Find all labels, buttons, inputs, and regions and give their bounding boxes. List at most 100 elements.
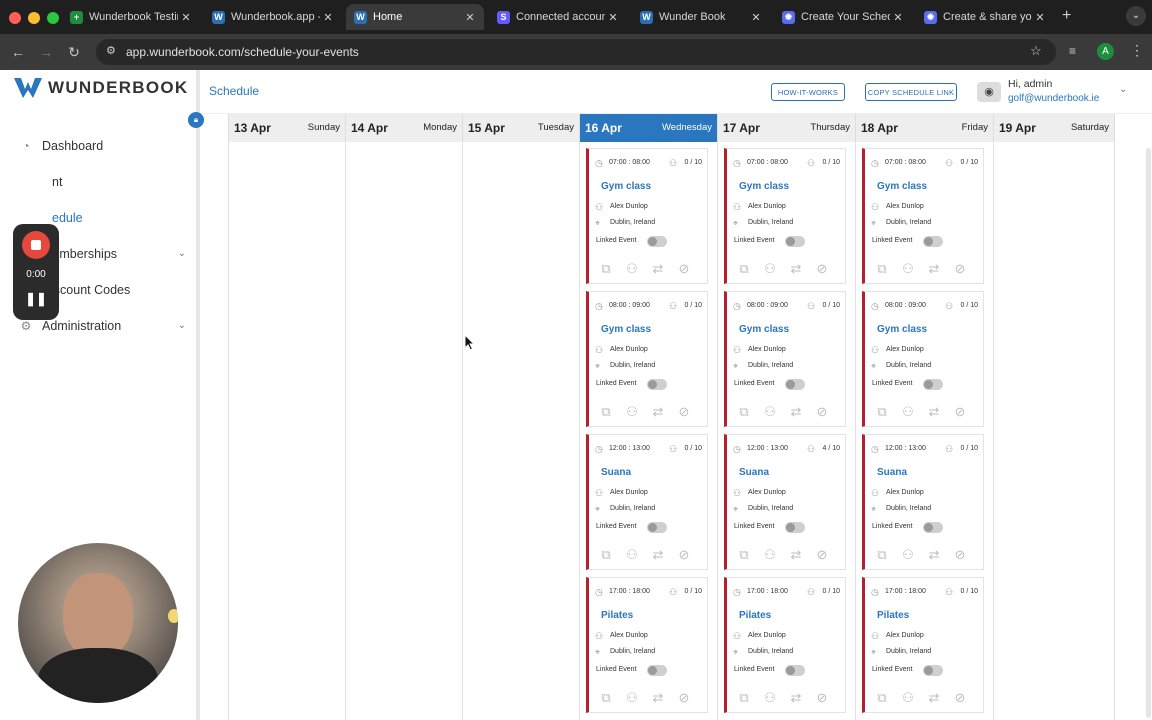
swap-icon[interactable]: ⇄ bbox=[925, 405, 943, 419]
event-card[interactable]: ◷ 12:00 : 13:00 ⚇ 4 / 10 Suana ⚇ Alex Dunlop ⌖ D… bbox=[724, 434, 846, 570]
duplicate-icon[interactable]: ⧉ bbox=[597, 405, 615, 419]
event-title[interactable]: Gym class bbox=[877, 324, 927, 335]
day-header[interactable]: 14 Apr Monday bbox=[346, 114, 463, 142]
linked-event-toggle[interactable] bbox=[923, 665, 943, 676]
duplicate-icon[interactable]: ⧉ bbox=[597, 262, 615, 276]
day-column[interactable] bbox=[994, 142, 1115, 720]
event-title[interactable]: Gym class bbox=[877, 181, 927, 192]
event-title[interactable]: Gym class bbox=[739, 324, 789, 335]
hide-icon[interactable]: ⊘ bbox=[675, 405, 693, 419]
event-card[interactable]: ◷ 12:00 : 13:00 ⚇ 0 / 10 Suana ⚇ Alex Dunlop ⌖ D… bbox=[862, 434, 984, 570]
pause-icon[interactable]: ❚❚ bbox=[13, 291, 59, 307]
duplicate-icon[interactable]: ⧉ bbox=[597, 691, 615, 705]
event-title[interactable]: Gym class bbox=[601, 181, 651, 192]
minimize-window-icon[interactable] bbox=[28, 12, 40, 24]
close-window-icon[interactable] bbox=[9, 12, 21, 24]
swap-icon[interactable]: ⇄ bbox=[787, 405, 805, 419]
duplicate-icon[interactable]: ⧉ bbox=[735, 548, 753, 562]
attendees-icon[interactable]: ⚇ bbox=[899, 548, 917, 562]
duplicate-icon[interactable]: ⧉ bbox=[873, 262, 891, 276]
avatar[interactable]: ◉ bbox=[977, 82, 1001, 102]
maximize-window-icon[interactable] bbox=[47, 12, 59, 24]
close-tab-icon[interactable]: ✕ bbox=[1032, 11, 1048, 24]
day-column[interactable] bbox=[229, 142, 346, 720]
hide-icon[interactable]: ⊘ bbox=[813, 548, 831, 562]
day-header[interactable]: 18 Apr Friday bbox=[856, 114, 994, 142]
swap-icon[interactable]: ⇄ bbox=[649, 548, 667, 562]
event-card[interactable]: ◷ 08:00 : 09:00 ⚇ 0 / 10 Gym class ⚇ Alex Dunl… bbox=[586, 291, 708, 427]
sidebar-item-dashboard[interactable]: ◔ Dashboard bbox=[18, 136, 103, 156]
swap-icon[interactable]: ⇄ bbox=[787, 548, 805, 562]
event-card[interactable]: ◷ 12:00 : 13:00 ⚇ 0 / 10 Suana ⚇ Alex Dunlop ⌖ D… bbox=[586, 434, 708, 570]
attendees-icon[interactable]: ⚇ bbox=[899, 405, 917, 419]
event-card[interactable]: ◷ 17:00 : 18:00 ⚇ 0 / 10 Pilates ⚇ Alex Dunlop… bbox=[724, 577, 846, 713]
day-header[interactable]: 17 Apr Thursday bbox=[718, 114, 856, 142]
how-it-works-button[interactable]: HOW-IT-WORKS bbox=[771, 83, 845, 101]
hide-icon[interactable]: ⊘ bbox=[951, 691, 969, 705]
duplicate-icon[interactable]: ⧉ bbox=[735, 262, 753, 276]
event-card[interactable]: ◷ 07:00 : 08:00 ⚇ 0 / 10 Gym class ⚇ Alex Dunl… bbox=[862, 148, 984, 284]
browser-tab[interactable]: + Wunderbook Testing ✕ bbox=[62, 4, 200, 30]
duplicate-icon[interactable]: ⧉ bbox=[873, 405, 891, 419]
address-bar[interactable]: ⚙ app.wunderbook.com/schedule-your-event… bbox=[96, 39, 1056, 65]
browser-tab[interactable]: S Connected accounts ✕ bbox=[489, 4, 627, 30]
new-tab-button[interactable]: + bbox=[1062, 7, 1071, 25]
attendees-icon[interactable]: ⚇ bbox=[761, 405, 779, 419]
browser-tab[interactable]: W Wunderbook.app - ✕ bbox=[204, 4, 342, 30]
hide-icon[interactable]: ⊘ bbox=[675, 262, 693, 276]
event-card[interactable]: ◷ 17:00 : 18:00 ⚇ 0 / 10 Pilates ⚇ Alex Dunlop… bbox=[586, 577, 708, 713]
linked-event-toggle[interactable] bbox=[923, 236, 943, 247]
day-header[interactable]: 13 Apr Sunday bbox=[229, 114, 346, 142]
browser-tab[interactable]: ✹ Create Your Schedule ✕ bbox=[774, 4, 912, 30]
swap-icon[interactable]: ⇄ bbox=[649, 262, 667, 276]
event-title[interactable]: Gym class bbox=[601, 324, 651, 335]
day-header[interactable]: 15 Apr Tuesday bbox=[463, 114, 580, 142]
attendees-icon[interactable]: ⚇ bbox=[623, 691, 641, 705]
sidebar-item-schedule[interactable]: edule bbox=[52, 208, 83, 228]
event-title[interactable]: Gym class bbox=[739, 181, 789, 192]
event-title[interactable]: Suana bbox=[739, 467, 769, 478]
close-tab-icon[interactable]: ✕ bbox=[890, 11, 906, 24]
close-tab-icon[interactable]: ✕ bbox=[320, 11, 336, 24]
duplicate-icon[interactable]: ⧉ bbox=[735, 691, 753, 705]
browser-menu-icon[interactable]: ⋮ bbox=[1130, 42, 1144, 59]
stop-recording-button[interactable] bbox=[22, 231, 50, 259]
attendees-icon[interactable]: ⚇ bbox=[623, 262, 641, 276]
event-card[interactable]: ◷ 17:00 : 18:00 ⚇ 0 / 10 Pilates ⚇ Alex Dunlop… bbox=[862, 577, 984, 713]
profile-avatar[interactable]: A bbox=[1097, 43, 1114, 60]
media-control-icon[interactable]: ≡ bbox=[1069, 44, 1076, 58]
attendees-icon[interactable]: ⚇ bbox=[761, 691, 779, 705]
sidebar-scrollbar[interactable] bbox=[196, 70, 200, 720]
duplicate-icon[interactable]: ⧉ bbox=[873, 548, 891, 562]
hide-icon[interactable]: ⊘ bbox=[813, 405, 831, 419]
tab-search-icon[interactable]: ⌄ bbox=[1126, 6, 1146, 26]
attendees-icon[interactable]: ⚇ bbox=[623, 548, 641, 562]
chevron-down-icon[interactable]: ⌄ bbox=[1119, 84, 1127, 95]
reload-icon[interactable]: ↻ bbox=[64, 42, 84, 62]
lock-icon[interactable]: 🔒︎ bbox=[188, 112, 204, 128]
event-card[interactable]: ◷ 08:00 : 09:00 ⚇ 0 / 10 Gym class ⚇ Alex Dunl… bbox=[724, 291, 846, 427]
swap-icon[interactable]: ⇄ bbox=[649, 691, 667, 705]
linked-event-toggle[interactable] bbox=[785, 522, 805, 533]
hide-icon[interactable]: ⊘ bbox=[675, 548, 693, 562]
linked-event-toggle[interactable] bbox=[647, 236, 667, 247]
event-title[interactable]: Pilates bbox=[877, 610, 909, 621]
browser-tab[interactable]: W Wunder Book ✕ bbox=[632, 4, 770, 30]
site-info-icon[interactable]: ⚙ bbox=[106, 44, 116, 57]
linked-event-toggle[interactable] bbox=[647, 665, 667, 676]
browser-tab[interactable]: ✹ Create & share your ✕ bbox=[916, 4, 1054, 30]
hide-icon[interactable]: ⊘ bbox=[951, 405, 969, 419]
linked-event-toggle[interactable] bbox=[785, 665, 805, 676]
swap-icon[interactable]: ⇄ bbox=[787, 262, 805, 276]
browser-tab-active[interactable]: W Home ✕ bbox=[346, 4, 484, 30]
duplicate-icon[interactable]: ⧉ bbox=[873, 691, 891, 705]
close-tab-icon[interactable]: ✕ bbox=[605, 11, 621, 24]
attendees-icon[interactable]: ⚇ bbox=[761, 548, 779, 562]
swap-icon[interactable]: ⇄ bbox=[787, 691, 805, 705]
hide-icon[interactable]: ⊘ bbox=[813, 262, 831, 276]
hide-icon[interactable]: ⊘ bbox=[813, 691, 831, 705]
day-column[interactable] bbox=[463, 142, 580, 720]
sidebar-item-event[interactable]: nt bbox=[52, 172, 62, 192]
linked-event-toggle[interactable] bbox=[785, 236, 805, 247]
page-scrollbar[interactable] bbox=[1146, 148, 1151, 718]
